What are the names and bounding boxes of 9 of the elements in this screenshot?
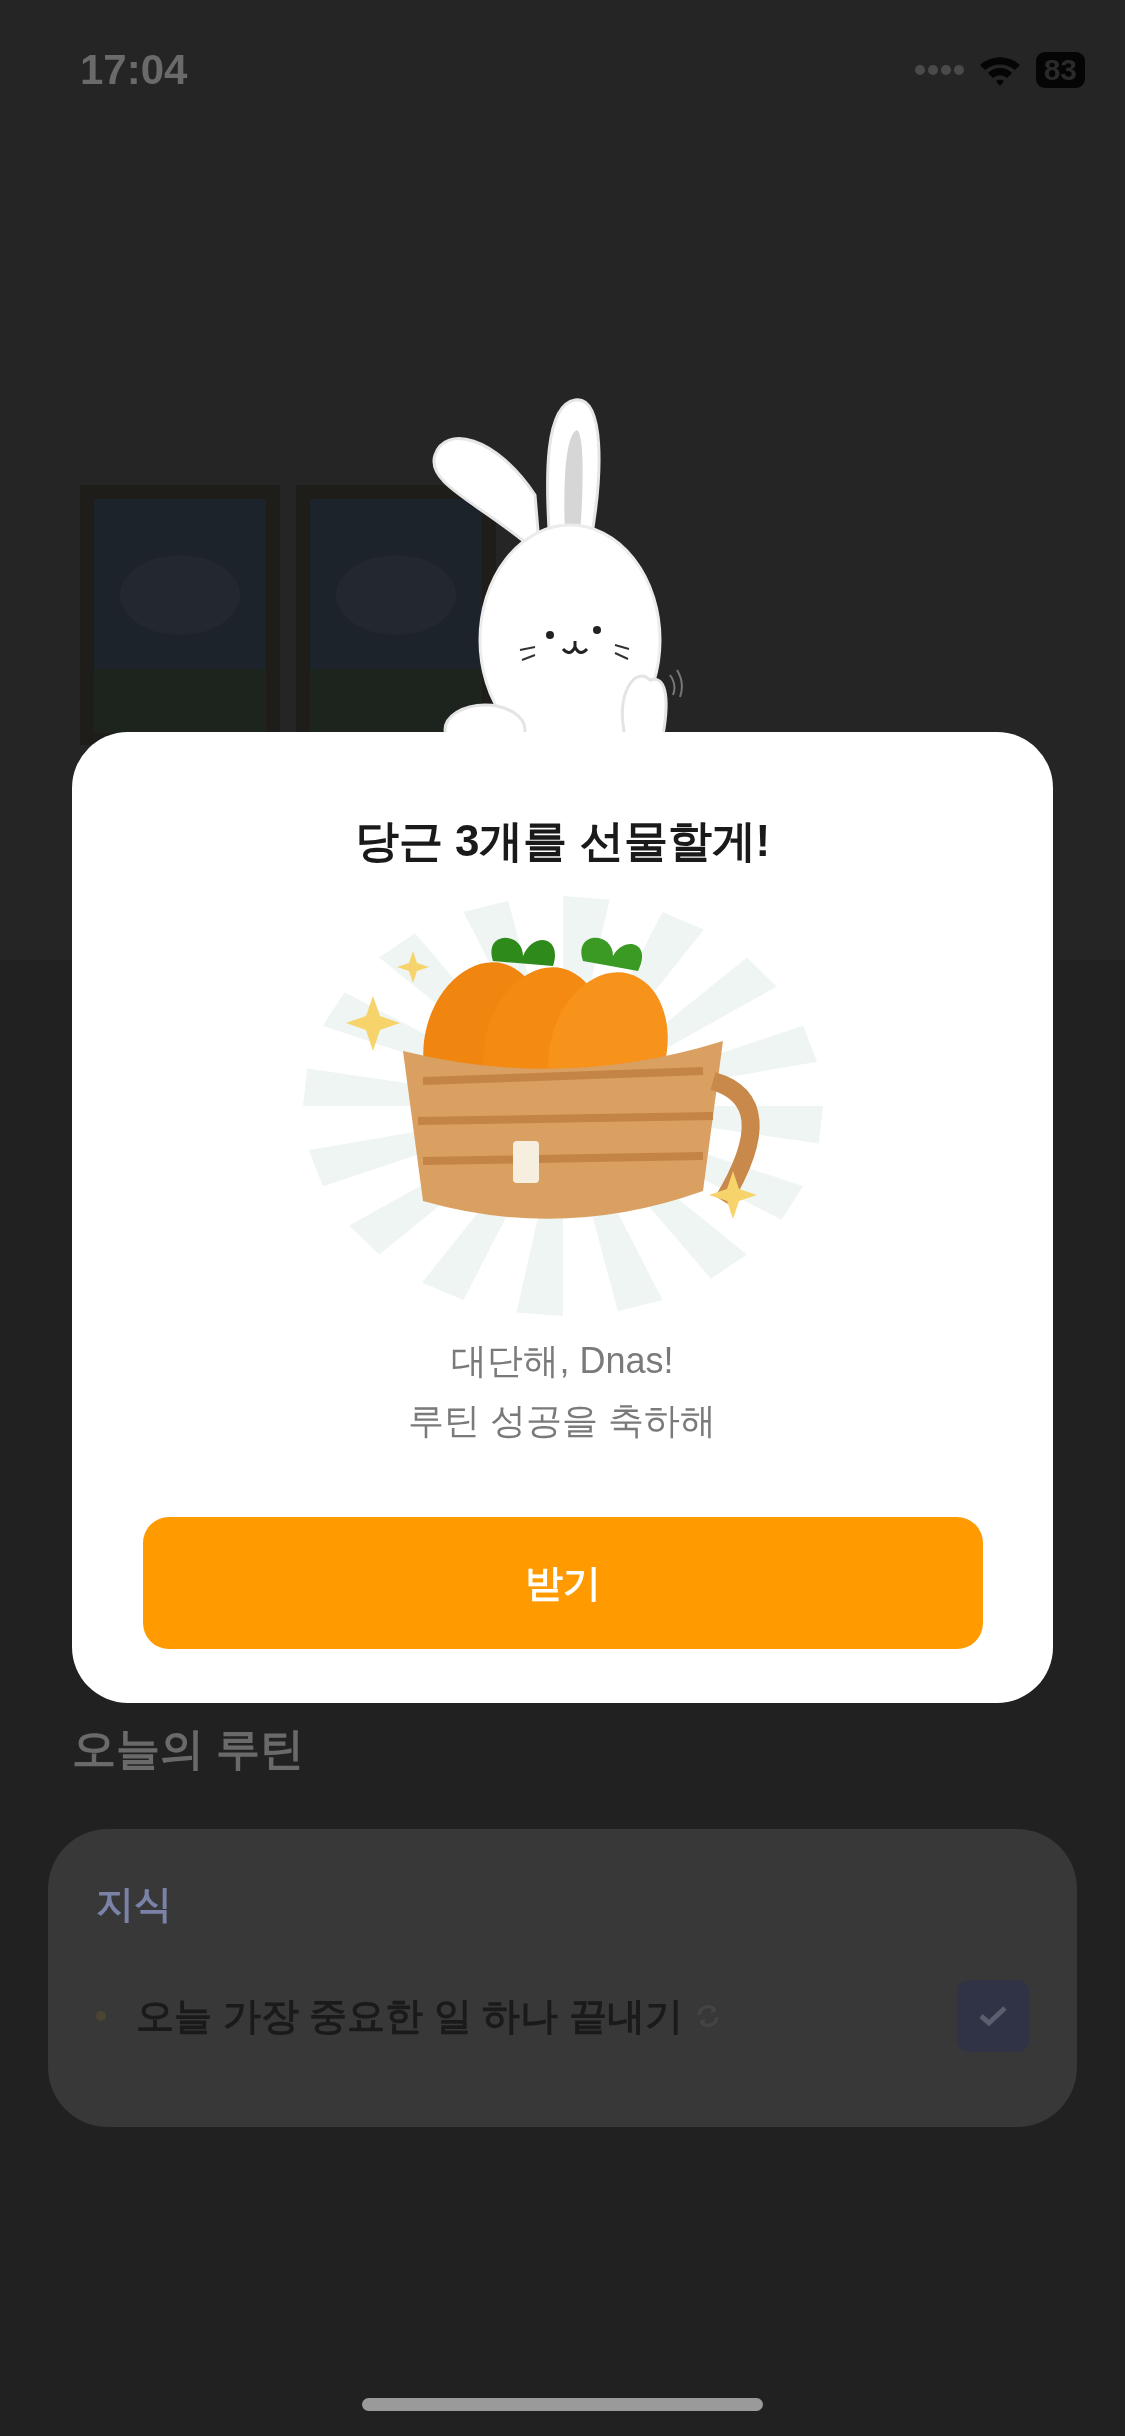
- category-label: 지식: [96, 1882, 173, 1927]
- status-time: 17:04: [80, 46, 188, 94]
- task-checkbox[interactable]: [957, 1980, 1029, 2052]
- section-heading: 오늘의 루틴: [72, 1723, 306, 1775]
- dialog-message: 대단해, Dnas!: [451, 1339, 674, 1383]
- receive-button[interactable]: 받기: [142, 1517, 983, 1649]
- dialog-message: 루틴 성공을 축하해: [408, 1399, 717, 1443]
- dialog-title: 당근 3개를 선물할게!: [354, 815, 771, 867]
- signal-icon: [913, 64, 964, 76]
